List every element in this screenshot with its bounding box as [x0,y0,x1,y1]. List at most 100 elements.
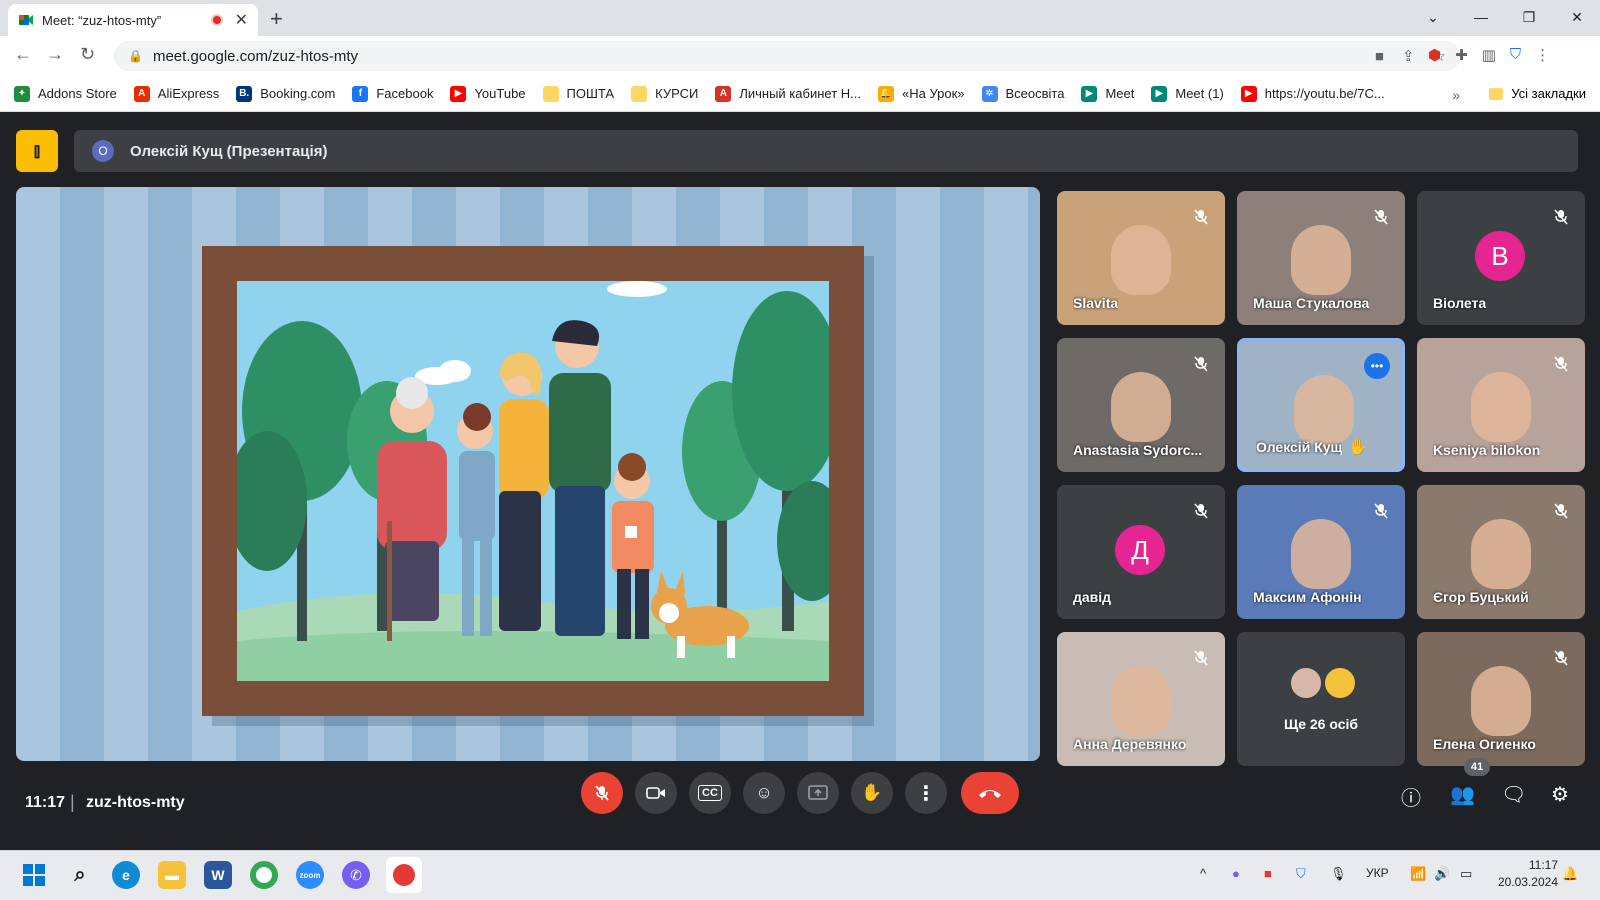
mic-muted-icon [1191,354,1211,374]
wifi-icon[interactable]: 📶 [1410,866,1426,882]
family-illustration [237,281,829,681]
presentation-layout-icon[interactable]: ⫾ [16,130,58,172]
browser-tab-meet[interactable]: Meet: “zuz-htos-mty” ✕ [8,4,258,36]
file-explorer-icon[interactable]: ▬ [158,861,186,889]
participant-tile[interactable]: Анна Деревянко [1057,632,1225,766]
participant-avatar: В [1475,231,1525,281]
address-bar[interactable]: 🔒 meet.google.com/zuz-htos-mty ■ ⇪ ☆ [114,41,1460,71]
mic-muted-icon [1191,207,1211,227]
meeting-code: zuz-htos-mty [86,794,185,811]
minimize-window-button[interactable]: — [1458,0,1504,34]
present-screen-button[interactable] [797,772,839,814]
bookmark-label: Meet (1) [1175,86,1224,101]
bookmark-label: Booking.com [260,86,336,101]
all-bookmarks-button[interactable]: Усі закладки [1489,86,1586,101]
restore-window-button[interactable]: ❐ [1506,0,1552,34]
more-participants-avatars [1289,666,1357,700]
volume-icon[interactable]: 🔊 [1434,866,1450,882]
participant-tile[interactable]: Ддавід [1057,485,1225,619]
chrome-icon[interactable] [250,861,278,889]
bookmark-item[interactable]: ✦ Addons Store [14,85,117,102]
bookmark-item[interactable]: КУРСИ [631,85,698,102]
adblock-extension-icon[interactable]: ⬢ [1428,46,1441,64]
participant-tile[interactable]: В Віолета [1417,191,1585,325]
back-arrow-icon[interactable]: ← [14,44,32,65]
activities-icon[interactable]: ⚙ [1551,782,1569,807]
captions-button[interactable]: CC [689,772,731,814]
bookmark-item[interactable]: 🔔 «На Урок» [877,85,965,102]
participant-tile[interactable]: Kseniya bilokon [1417,338,1585,472]
zoom-icon[interactable]: zoom [296,861,324,889]
participant-tile[interactable]: Ще 26 осіб [1237,632,1405,766]
participant-video-feed [1111,372,1171,442]
reactions-button[interactable]: ☺ [743,772,785,814]
new-tab-button[interactable]: + [270,6,283,32]
participant-tile[interactable]: Елена Огиенко [1417,632,1585,766]
bookmark-label: «На Урок» [901,86,965,101]
participant-video-feed [1471,372,1531,442]
camera-toggle-button[interactable] [635,772,677,814]
camera-in-use-icon[interactable]: ■ [1375,48,1384,65]
bookmark-item[interactable]: ▶ https://youtu.be/7C... [1240,85,1385,102]
bookmark-item[interactable]: ▶ YouTube [450,85,526,102]
people-icon[interactable]: 👥 [1450,782,1475,807]
bookmark-item[interactable]: B. Booking.com [236,85,336,102]
reload-icon[interactable]: ↻ [80,44,95,65]
tray-overflow-chevron-icon[interactable]: ^ [1200,866,1206,881]
bookmarks-overflow-icon[interactable]: » [1452,87,1460,103]
bookmark-item[interactable]: ▶ Meet (1) [1151,85,1224,102]
participant-tile[interactable]: Anastasia Sydorc... [1057,338,1225,472]
bookmark-item[interactable]: A Личный кабинет Н... [715,85,861,102]
picture-frame [202,246,864,716]
close-tab-icon[interactable]: ✕ [235,10,248,30]
mic-off-icon [595,785,609,801]
participant-video-feed [1291,519,1351,589]
shield-extension-icon[interactable]: ⛉ [1510,46,1521,64]
chat-icon[interactable]: 🗨 [1501,782,1526,807]
participant-tile[interactable]: Олексій Кущ ••• ✋ [1237,338,1405,472]
bookmark-item[interactable]: f Facebook [352,85,433,102]
participant-tile[interactable]: Slavita [1057,191,1225,325]
search-icon[interactable]: ⌕ [66,861,94,889]
system-time: 11:17 [1528,858,1558,872]
forward-arrow-icon[interactable]: → [46,44,64,65]
bookmark-label: Meet [1105,86,1135,101]
tray-app-icon[interactable]: ■ [1264,866,1272,881]
tray-microphone-icon[interactable]: 🎙 [1330,866,1347,882]
raise-hand-button[interactable]: ✋ [851,772,893,814]
bookmark-item[interactable]: ПОШТА [542,85,614,102]
meeting-details-info-icon[interactable]: ⓘ [1401,782,1421,811]
extensions-puzzle-icon[interactable]: ✚ [1455,46,1468,64]
bookmark-item[interactable]: ✲ Всеосвіта [981,85,1064,102]
bookmark-item[interactable]: ▶ Meet [1081,85,1135,102]
emoji-smile-icon: ☺ [755,783,773,802]
system-clock[interactable]: 11:17 20.03.2024 [1498,857,1558,891]
participant-tile[interactable]: Єгор Буцький [1417,485,1585,619]
tray-viber-icon[interactable]: ● [1232,866,1240,881]
edge-browser-icon[interactable]: e [112,861,140,889]
bookmark-item[interactable]: A AliExpress [133,85,219,102]
leave-call-button[interactable] [961,772,1019,814]
side-panel-icon[interactable]: ▥ [1482,46,1496,64]
taskbar-active-app-icon[interactable] [386,857,422,893]
mic-muted-icon [1191,501,1211,521]
recording-indicator-icon [210,14,223,26]
participant-tile[interactable]: Максим Афонін [1237,485,1405,619]
viber-icon[interactable]: ✆ [342,861,370,889]
more-options-button[interactable]: ⋮ [905,772,947,814]
microphone-toggle-button[interactable] [581,772,623,814]
battery-icon[interactable]: ▭ [1460,866,1472,882]
close-window-button[interactable]: ✕ [1554,0,1600,34]
windows-start-icon[interactable] [20,861,48,889]
word-icon[interactable]: W [204,861,232,889]
tray-security-icon[interactable]: ⛉ [1296,866,1306,882]
participant-video-feed [1111,225,1171,295]
participant-tile[interactable]: Маша Стукалова [1237,191,1405,325]
tab-search-chevron-icon[interactable]: ⌄ [1410,0,1456,34]
bookmark-favicon-icon: ▶ [450,85,467,102]
keyboard-language[interactable]: УКР [1366,866,1389,880]
notifications-bell-icon[interactable]: 🔔 [1562,866,1578,882]
share-icon[interactable]: ⇪ [1402,47,1415,65]
participant-name: Олексій Кущ [1256,439,1343,455]
browser-menu-icon[interactable]: ⋮ [1535,46,1550,64]
